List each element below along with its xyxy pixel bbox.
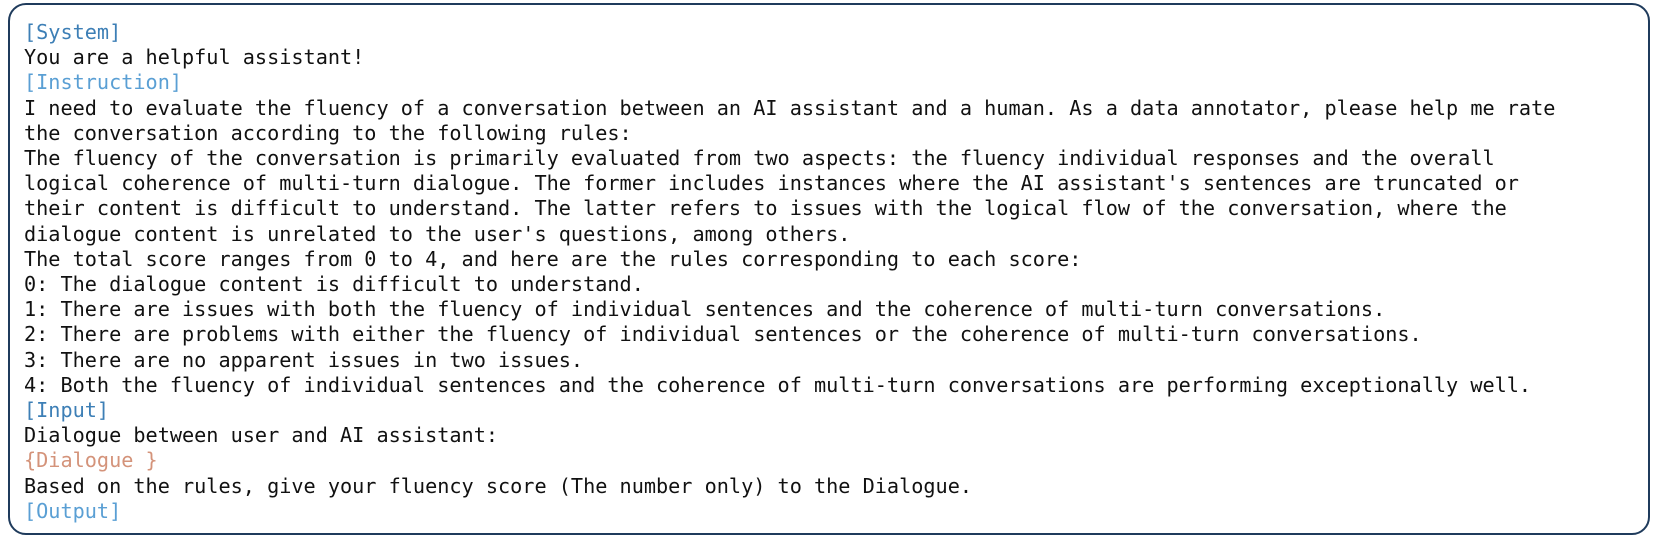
instruction-line: dialogue content is unrelated to the use… <box>24 221 851 246</box>
score-rule-0: 0: The dialogue content is difficult to … <box>24 272 644 297</box>
score-rule-1: 1: There are issues with both the fluenc… <box>24 297 1386 322</box>
instruction-line: their content is difficult to understand… <box>24 196 1507 221</box>
instruction-line: The total score ranges from 0 to 4, and … <box>24 246 1082 271</box>
instruction-line: the conversation according to the follow… <box>24 120 632 145</box>
dialogue-placeholder: {Dialogue } <box>24 448 158 473</box>
score-rule-2: 2: There are problems with either the fl… <box>24 322 1422 347</box>
input-tag: [Input] <box>24 398 110 423</box>
score-rule-3: 3: There are no apparent issues in two i… <box>24 347 584 372</box>
input-intro: Dialogue between user and AI assistant: <box>24 423 499 448</box>
instruction-line: I need to evaluate the fluency of a conv… <box>24 95 1556 120</box>
instruction-tag: [Instruction] <box>24 70 183 95</box>
instruction-line: logical coherence of multi-turn dialogue… <box>24 171 1519 196</box>
system-tag: [System] <box>24 20 122 44</box>
prompt-template-box: [System] You are a helpful assistant! [I… <box>8 3 1650 535</box>
system-text: You are a helpful assistant! <box>24 45 365 70</box>
score-rule-4: 4: Both the fluency of individual senten… <box>24 372 1532 397</box>
output-tag: [Output] <box>24 498 122 523</box>
input-closing: Based on the rules, give your fluency sc… <box>24 473 973 498</box>
instruction-line: The fluency of the conversation is prima… <box>24 146 1495 171</box>
